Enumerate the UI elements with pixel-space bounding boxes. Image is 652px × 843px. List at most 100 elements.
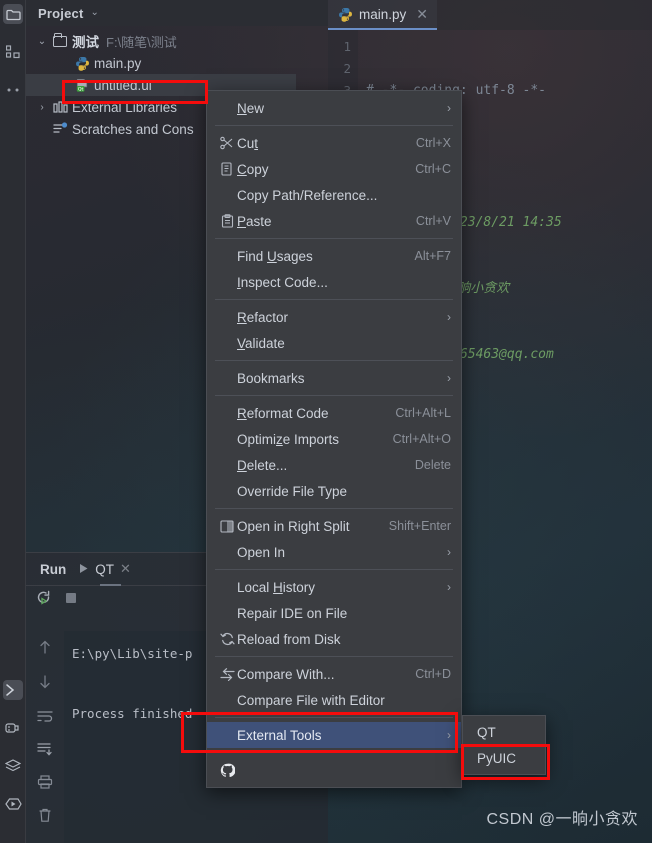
svg-text:Qt: Qt <box>77 86 83 92</box>
tree-item-label: 测试 <box>72 35 99 50</box>
menu-item-validate[interactable]: Validate <box>207 330 461 356</box>
project-panel-header[interactable]: Project ⌄ <box>26 0 328 26</box>
submenu-item-pyuic[interactable]: PyUIC <box>463 745 545 771</box>
chevron-right-icon: › <box>447 545 451 559</box>
menu-item-copy-path-reference[interactable]: Copy Path/Reference... <box>207 182 461 208</box>
menu-item-label: Optimize Imports <box>237 431 340 447</box>
tree-item-label: untitled.ui <box>94 77 152 93</box>
tree-item-project-root[interactable]: ⌄ 测试 F:\随笔\测试 <box>26 30 328 52</box>
menu-item-shortcut: Ctrl+D <box>415 667 451 681</box>
menu-item-local-history[interactable]: Local History › <box>207 574 461 600</box>
more-dots-icon[interactable] <box>3 80 23 100</box>
trash-icon[interactable] <box>38 808 52 828</box>
menu-item-paste[interactable]: Paste Ctrl+V <box>207 208 461 234</box>
paste-icon <box>217 214 237 228</box>
menu-item-open-in-right-split[interactable]: Open in Right Split Shift+Enter <box>207 513 461 539</box>
close-icon[interactable]: ✕ <box>120 561 131 577</box>
menu-item-label: Refactor <box>237 309 289 325</box>
menu-item-repair-ide-on-file[interactable]: Repair IDE on File <box>207 600 461 626</box>
menu-separator <box>215 569 453 570</box>
scroll-to-end-icon[interactable] <box>37 742 53 761</box>
menu-item-label: Inspect Code... <box>237 274 328 290</box>
python-packages-icon[interactable] <box>3 718 23 738</box>
menu-item-delete[interactable]: Delete... Delete <box>207 452 461 478</box>
menu-item-cut[interactable]: Cut Ctrl+X <box>207 130 461 156</box>
tree-item-main-py[interactable]: main.py <box>26 52 328 74</box>
chevron-right-icon: › <box>447 101 451 115</box>
play-icon <box>78 562 89 577</box>
chevron-right-icon: › <box>447 580 451 594</box>
menu-separator <box>215 717 453 718</box>
structure-tool-icon[interactable] <box>3 42 23 62</box>
menu-item-shortcut: Ctrl+X <box>415 136 451 150</box>
menu-item-label: Reload from Disk <box>237 631 341 647</box>
rerun-icon[interactable] <box>36 590 52 611</box>
arrow-down-icon[interactable] <box>38 674 52 695</box>
tree-item-path: F:\随笔\测试 <box>106 34 177 50</box>
folder-icon <box>50 32 70 47</box>
menu-item-find-usages[interactable]: Find Usages Alt+F7 <box>207 243 461 269</box>
menu-item-refactor[interactable]: Refactor › <box>207 304 461 330</box>
tree-item-label: External Libraries <box>72 99 178 115</box>
left-tool-strip <box>0 0 26 843</box>
menu-item-override-file-type[interactable]: Override File Type <box>207 478 461 504</box>
stop-icon[interactable] <box>64 591 78 610</box>
chevron-down-icon[interactable]: ⌄ <box>90 8 98 18</box>
menu-item-compare-file-with-editor[interactable]: Compare File with Editor <box>207 687 461 713</box>
run-tab-label: QT <box>95 561 114 577</box>
reload-icon <box>217 632 237 646</box>
console-line: E:\py\Lib\site-p <box>72 646 193 661</box>
menu-separator <box>215 360 453 361</box>
menu-separator <box>215 508 453 509</box>
project-tool-icon[interactable] <box>3 4 23 24</box>
menu-item-open-in[interactable]: Open In › <box>207 539 461 565</box>
menu-item-inspect-code[interactable]: Inspect Code... <box>207 269 461 295</box>
menu-item-label: Override File Type <box>237 483 348 499</box>
console-line: Process finished <box>72 706 193 721</box>
menu-item-label: Delete... <box>237 457 288 473</box>
line-number: 2 <box>343 61 351 76</box>
qt-ui-file-icon: Qt <box>72 78 92 93</box>
tab-main-py[interactable]: main.py ✕ <box>328 0 438 30</box>
menu-item-label: Compare File with Editor <box>237 692 385 708</box>
menu-item-label: Paste <box>237 213 272 229</box>
menu-item-reload-from-disk[interactable]: Reload from Disk <box>207 626 461 652</box>
menu-item-label: New <box>237 100 265 116</box>
python-file-icon <box>338 7 353 22</box>
chevron-right-icon: › <box>447 310 451 324</box>
tree-item-label: Scratches and Cons <box>72 121 194 137</box>
terminal-tool-icon[interactable] <box>3 680 23 700</box>
menu-item-external-tools[interactable]: External Tools › <box>207 722 461 748</box>
soft-wrap-icon[interactable] <box>37 709 53 728</box>
chevron-right-icon: › <box>447 728 451 742</box>
arrow-up-icon[interactable] <box>38 639 52 660</box>
menu-item-label: External Tools <box>237 727 322 743</box>
menu-item-label: Copy Path/Reference... <box>237 187 378 203</box>
github-icon <box>217 763 237 778</box>
menu-item-optimize-imports[interactable]: Optimize Imports Ctrl+Alt+O <box>207 426 461 452</box>
menu-item-reformat-code[interactable]: Reformat Code Ctrl+Alt+L <box>207 400 461 426</box>
print-icon[interactable] <box>37 775 53 794</box>
copy-icon <box>217 162 237 176</box>
run-tool-icon[interactable] <box>3 794 23 814</box>
split-icon <box>217 519 237 533</box>
context-menu[interactable]: New › Cut Ctrl+X Copy Ctrl+C Copy Path/R… <box>206 90 462 788</box>
submenu-item-qt[interactable]: QT <box>463 719 545 745</box>
menu-separator <box>215 656 453 657</box>
menu-item-create-gist[interactable] <box>207 757 461 783</box>
csdn-watermark: CSDN @一晌小贪欢 <box>486 811 638 828</box>
menu-item-copy[interactable]: Copy Ctrl+C <box>207 156 461 182</box>
chevron-down-icon[interactable]: ⌄ <box>34 36 50 47</box>
menu-item-compare-with[interactable]: Compare With... Ctrl+D <box>207 661 461 687</box>
close-icon[interactable]: ✕ <box>416 6 428 23</box>
page-title: Project <box>38 5 84 21</box>
run-tab-qt[interactable]: QT ✕ <box>78 561 135 586</box>
database-icon[interactable] <box>3 756 23 776</box>
external-tools-submenu[interactable]: QT PyUIC <box>462 715 546 775</box>
menu-item-label: Compare With... <box>237 666 335 682</box>
chevron-right-icon[interactable]: › <box>34 102 50 113</box>
menu-item-new[interactable]: New › <box>207 95 461 121</box>
menu-item-label: Reformat Code <box>237 405 329 421</box>
run-window-title: Run <box>40 561 67 577</box>
menu-item-bookmarks[interactable]: Bookmarks › <box>207 365 461 391</box>
